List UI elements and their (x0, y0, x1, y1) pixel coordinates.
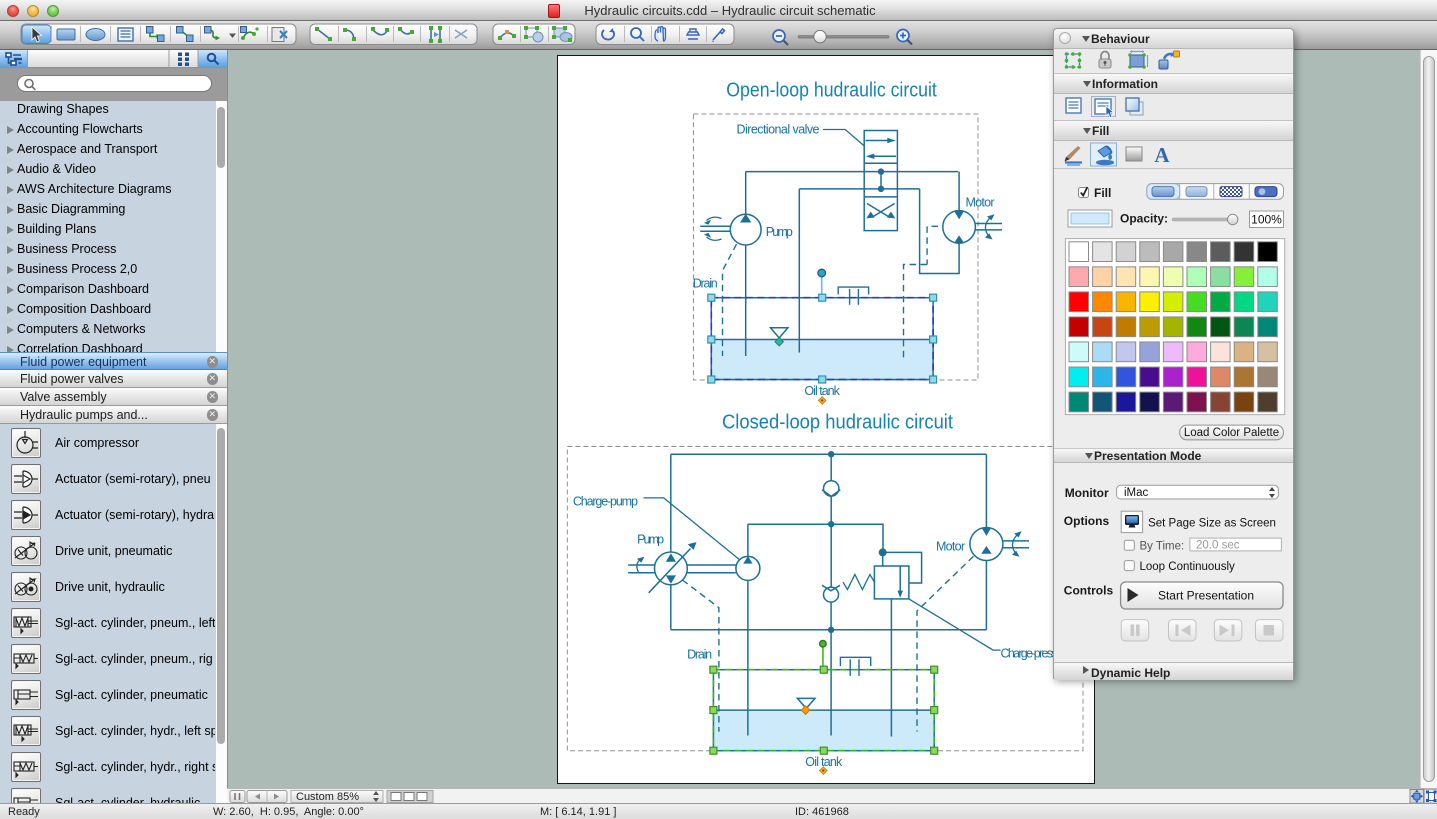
svg-text:Pump: Pump (766, 225, 793, 239)
svg-text:Pump: Pump (637, 533, 664, 547)
svg-text:Load Color Palette: Load Color Palette (1184, 427, 1279, 439)
svg-text:Charge-pump: Charge-pump (573, 495, 638, 509)
svg-text:Directional valve: Directional valve (737, 123, 820, 137)
svg-text:Loop Continuously: Loop Continuously (1140, 561, 1236, 573)
svg-text:Charge-press: Charge-press (1001, 647, 1058, 661)
svg-text:Drain: Drain (693, 277, 718, 291)
svg-text:Options: Options (1064, 514, 1110, 528)
svg-text:Monitor: Monitor (1065, 486, 1109, 500)
svg-text:Fill: Fill (1094, 186, 1111, 200)
svg-text:Start Presentation: Start Presentation (1158, 589, 1254, 603)
svg-text:Oil tank: Oil tank (805, 755, 843, 769)
svg-text:iMac: iMac (1124, 487, 1149, 499)
svg-text:Motor: Motor (936, 540, 965, 554)
svg-text:Drain: Drain (687, 648, 712, 662)
svg-text:Controls: Controls (1064, 584, 1114, 598)
svg-text:20.0 sec: 20.0 sec (1196, 540, 1240, 552)
svg-text:Closed-loop hudraulic circuit: Closed-loop hudraulic circuit (722, 411, 953, 434)
svg-text:100%: 100% (1251, 213, 1282, 227)
svg-text:By Time:: By Time: (1140, 541, 1185, 553)
svg-text:Custom 85%: Custom 85% (296, 791, 359, 803)
svg-text:Open-loop hudraulic circuit: Open-loop hudraulic circuit (726, 78, 937, 101)
svg-text:Oil tank: Oil tank (804, 384, 840, 398)
svg-text:A: A (1154, 143, 1170, 167)
svg-text:Opacity:: Opacity: (1120, 212, 1168, 226)
svg-text:Motor: Motor (966, 196, 995, 210)
svg-text:Set Page Size as Screen: Set Page Size as Screen (1148, 518, 1276, 530)
